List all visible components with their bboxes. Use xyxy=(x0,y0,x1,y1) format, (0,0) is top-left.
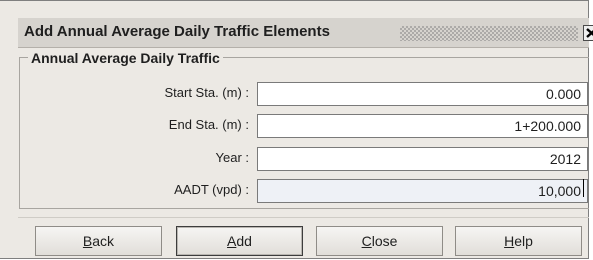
close-button[interactable]: Close xyxy=(316,226,443,256)
title-bar[interactable]: Add Annual Average Daily Traffic Element… xyxy=(18,18,593,48)
group-title: Annual Average Daily Traffic xyxy=(28,50,223,66)
year-input[interactable] xyxy=(257,147,588,171)
add-button[interactable]: Add xyxy=(176,226,303,256)
start-station-label: Start Sta. (m) : xyxy=(164,85,249,100)
dialog-window: Add Annual Average Daily Traffic Element… xyxy=(0,0,593,259)
aadt-input[interactable] xyxy=(257,179,588,203)
year-label: Year : xyxy=(215,150,250,165)
start-station-input[interactable] xyxy=(257,82,588,106)
close-icon[interactable] xyxy=(583,25,593,41)
title-bar-grip xyxy=(400,26,578,41)
window-title: Add Annual Average Daily Traffic Element… xyxy=(24,23,330,40)
back-button[interactable]: Back xyxy=(35,226,162,256)
end-station-input[interactable] xyxy=(257,114,588,138)
help-button[interactable]: Help xyxy=(455,226,582,256)
button-bar-separator xyxy=(18,217,589,218)
end-station-label: End Sta. (m) : xyxy=(168,117,249,132)
text-caret xyxy=(583,179,584,197)
aadt-label: AADT (vpd) : xyxy=(174,182,249,197)
